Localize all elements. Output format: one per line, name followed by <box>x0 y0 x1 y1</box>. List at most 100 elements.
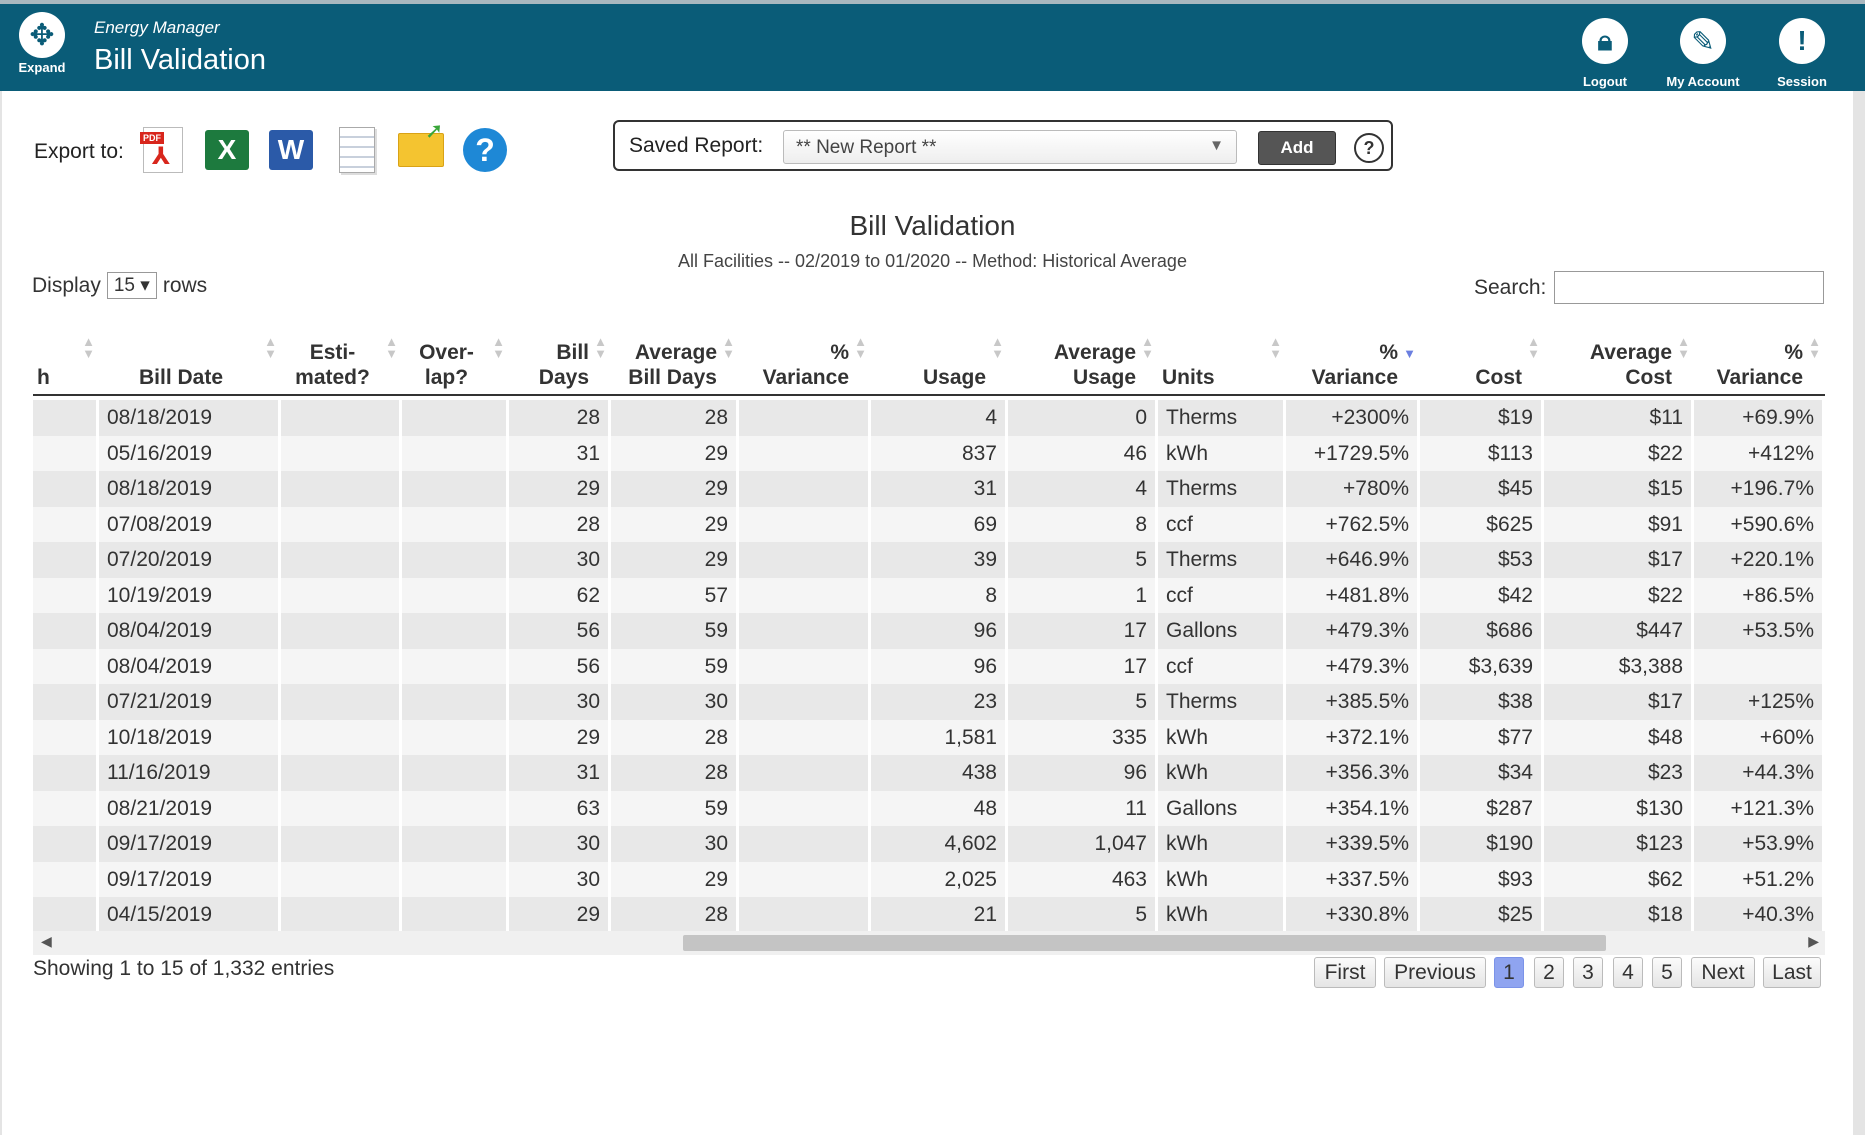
saved-report-help-button[interactable]: ? <box>1354 133 1384 163</box>
table-cell: $34 <box>1420 755 1544 791</box>
table-cell: $113 <box>1420 435 1544 471</box>
table-cell <box>281 719 402 755</box>
table-cell: 29 <box>509 897 611 933</box>
table-cell: 04/15/2019 <box>99 897 281 933</box>
entries-info: Showing 1 to 15 of 1,332 entries <box>33 957 335 980</box>
search-input[interactable] <box>1554 271 1824 304</box>
left-edge <box>0 91 2 1135</box>
column-header-7[interactable]: Usage ▲ ▼ <box>871 310 1008 394</box>
pager-page-1[interactable]: 1 <box>1494 957 1524 988</box>
logout-button[interactable]: 🔒︎ Logout <box>1560 18 1650 89</box>
email-icon[interactable]: ➚ <box>398 118 444 174</box>
column-header-label: Average Usage <box>1053 341 1136 389</box>
pager-page-3[interactable]: 3 <box>1573 957 1603 988</box>
pager-previous[interactable]: Previous <box>1384 957 1486 988</box>
table-row[interactable]: 09/17/2019 30 29 2,025 463 kWh +337.5% $93 $62 +5… <box>33 861 1825 897</box>
table-row[interactable]: 10/19/2019 62 57 8 1 ccf +481.8% $42 $22 +86.5% <box>33 577 1825 613</box>
session-button[interactable]: ! Session <box>1757 18 1847 89</box>
rows-per-page-select[interactable]: 15 ▾ <box>106 272 157 299</box>
column-header-2[interactable]: Esti- mated? ▲ ▼ <box>281 310 402 394</box>
pager-last[interactable]: Last <box>1763 957 1821 988</box>
table-cell: 21 <box>871 897 1008 933</box>
table-row[interactable]: 11/16/2019 31 28 438 96 kWh +356.3% $34 $23 +44.3… <box>33 755 1825 791</box>
sort-icon: ▲ ▼ <box>1677 334 1690 361</box>
table-row[interactable]: 08/18/2019 29 29 31 4 Therms +780% $45 $15 +196.7… <box>33 471 1825 507</box>
table-cell: 30 <box>509 861 611 897</box>
table-cell: 96 <box>1008 755 1158 791</box>
table-cell: 30 <box>611 684 739 720</box>
help-icon[interactable]: ? <box>462 126 508 174</box>
column-header-8[interactable]: Average Usage ▲ ▼ <box>1008 310 1158 394</box>
column-header-9[interactable]: Units ▲ ▼ <box>1158 310 1286 394</box>
pdf-icon[interactable]: PDF ⅄ <box>140 126 186 174</box>
expand-arrows-icon: ✥ <box>19 12 65 58</box>
table-row[interactable]: 08/21/2019 63 59 48 11 Gallons +354.1% $287 $130… <box>33 790 1825 826</box>
table-row[interactable]: 04/15/2019 29 28 21 5 kWh +330.8% $25 $18 +40.3% <box>33 897 1825 933</box>
table-row[interactable]: 09/17/2019 30 30 4,602 1,047 kWh +339.5% $190 $1… <box>33 826 1825 862</box>
my-account-button[interactable]: ✎ My Account <box>1658 18 1748 89</box>
table-cell: 28 <box>611 719 739 755</box>
app-name: Energy Manager <box>94 18 220 37</box>
report-subtitle: All Facilities -- 02/2019 to 01/2020 -- … <box>678 251 1187 271</box>
table-cell: 4,602 <box>871 826 1008 862</box>
table-cell <box>281 542 402 578</box>
table-cell: $23 <box>1544 755 1694 791</box>
column-header-1[interactable]: Bill Date ▲ ▼ <box>99 310 281 394</box>
table-row[interactable]: 07/08/2019 28 29 69 8 ccf +762.5% $625 $91 +590.6… <box>33 506 1825 542</box>
column-header-6[interactable]: % Variance ▲ ▼ <box>739 310 871 394</box>
sort-icon: ▲ ▼ <box>1141 334 1154 361</box>
table-row[interactable]: 08/04/2019 56 59 96 17 ccf +479.3% $3,639 $3,388 <box>33 648 1825 684</box>
column-header-12[interactable]: Average Cost ▲ ▼ <box>1544 310 1694 394</box>
add-report-button[interactable]: Add <box>1258 131 1336 165</box>
table-cell: 5 <box>1008 542 1158 578</box>
table-row[interactable]: 07/20/2019 30 29 39 5 Therms +646.9% $53 $17 +220… <box>33 542 1825 578</box>
table-cell: ccf <box>1158 506 1286 542</box>
table-cell: $625 <box>1420 506 1544 542</box>
table-cell: +412% <box>1694 435 1825 471</box>
table-cell: 31 <box>871 471 1008 507</box>
saved-report-label: Saved Report: <box>629 134 764 157</box>
sort-desc-icon: ▼ <box>1403 346 1416 361</box>
scroll-right-arrow-icon[interactable]: ▶ <box>1808 933 1819 950</box>
table-row[interactable]: 07/21/2019 30 30 23 5 Therms +385.5% $38 $17 +125… <box>33 684 1825 720</box>
saved-report-panel: Saved Report: ** New Report ** ▼ Add ? <box>613 120 1393 171</box>
horizontal-scrollbar[interactable]: ◀ ▶ <box>33 931 1825 955</box>
table-cell: 31 <box>509 755 611 791</box>
pager-first[interactable]: First <box>1314 957 1376 988</box>
column-header-13[interactable]: % Variance ▲ ▼ <box>1694 310 1825 394</box>
text-icon[interactable] <box>334 126 380 174</box>
pager-page-5[interactable]: 5 <box>1652 957 1682 988</box>
expand-button[interactable]: ✥ Expand <box>12 12 72 75</box>
column-header-11[interactable]: Cost ▲ ▼ <box>1420 310 1544 394</box>
scroll-thumb[interactable] <box>683 935 1606 951</box>
report-title: Bill Validation <box>849 210 1016 241</box>
table-row[interactable]: 05/16/2019 31 29 837 46 kWh +1729.5% $113 $22 +41… <box>33 435 1825 471</box>
column-header-5[interactable]: Average Bill Days ▲ ▼ <box>611 310 739 394</box>
table-cell: 17 <box>1008 613 1158 649</box>
pager-next[interactable]: Next <box>1691 957 1755 988</box>
table-cell <box>33 826 99 862</box>
table-cell: 96 <box>871 648 1008 684</box>
table-cell: 30 <box>509 542 611 578</box>
column-header-0[interactable]: h ▲ ▼ <box>33 310 99 394</box>
pager-page-2[interactable]: 2 <box>1534 957 1564 988</box>
column-header-10[interactable]: % Variance ▼ <box>1286 310 1420 394</box>
excel-icon[interactable]: X <box>204 126 250 174</box>
table-cell: kWh <box>1158 755 1286 791</box>
table-row[interactable]: 08/18/2019 28 28 4 0 Therms +2300% $19 $11 +69.9% <box>33 400 1825 436</box>
table-row[interactable]: 10/18/2019 29 28 1,581 335 kWh +372.1% $77 $48 +6… <box>33 719 1825 755</box>
word-icon[interactable]: W <box>268 126 314 174</box>
column-header-4[interactable]: Bill Days ▲ ▼ <box>509 310 611 394</box>
table-row[interactable]: 08/04/2019 56 59 96 17 Gallons +479.3% $686 $447… <box>33 613 1825 649</box>
expand-label: Expand <box>18 60 66 75</box>
table-cell: 69 <box>871 506 1008 542</box>
saved-report-select[interactable]: ** New Report ** ▼ <box>783 130 1237 164</box>
pager-page-4[interactable]: 4 <box>1613 957 1643 988</box>
scroll-left-arrow-icon[interactable]: ◀ <box>41 933 52 950</box>
column-header-label: % Variance <box>762 341 849 389</box>
table-cell: 5 <box>1008 684 1158 720</box>
table-cell <box>281 755 402 791</box>
table-cell: +60% <box>1694 719 1825 755</box>
sort-icon: ▲ ▼ <box>264 334 277 361</box>
column-header-3[interactable]: Over- lap? ▲ ▼ <box>402 310 509 394</box>
